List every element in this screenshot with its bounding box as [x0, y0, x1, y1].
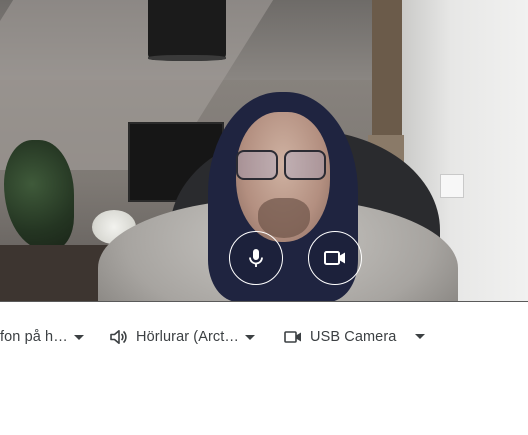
microphone-select[interactable]: fon på h…: [0, 318, 84, 356]
device-settings-bar: fon på h… Hörlurar (Arct… USB Camera: [0, 318, 528, 356]
glasses-lens-left: [236, 150, 278, 180]
speaker-icon: [110, 329, 128, 345]
video-camera-icon: [323, 249, 347, 267]
microphone-icon: [246, 247, 266, 269]
scene-pendant-lamp: [148, 0, 226, 60]
scene-lamp-rim: [148, 55, 226, 61]
speaker-select-label: Hörlurar (Arct…: [136, 329, 240, 345]
camera-select[interactable]: USB Camera: [284, 318, 425, 356]
microphone-select-label: fon på h…: [0, 329, 68, 345]
self-video-preview: [0, 0, 528, 302]
person-glasses: [236, 150, 326, 180]
chevron-down-icon: [245, 334, 256, 340]
glasses-lens-right: [284, 150, 326, 180]
chevron-down-icon: [73, 334, 84, 340]
preview-divider: [0, 301, 528, 302]
chevron-down-icon: [415, 334, 425, 339]
video-camera-icon: [284, 330, 302, 344]
toggle-camera-button[interactable]: [308, 231, 362, 285]
camera-select-label: USB Camera: [310, 329, 397, 345]
scene-light-switch: [440, 174, 464, 198]
toggle-microphone-button[interactable]: [229, 231, 283, 285]
speaker-select[interactable]: Hörlurar (Arct…: [110, 318, 256, 356]
